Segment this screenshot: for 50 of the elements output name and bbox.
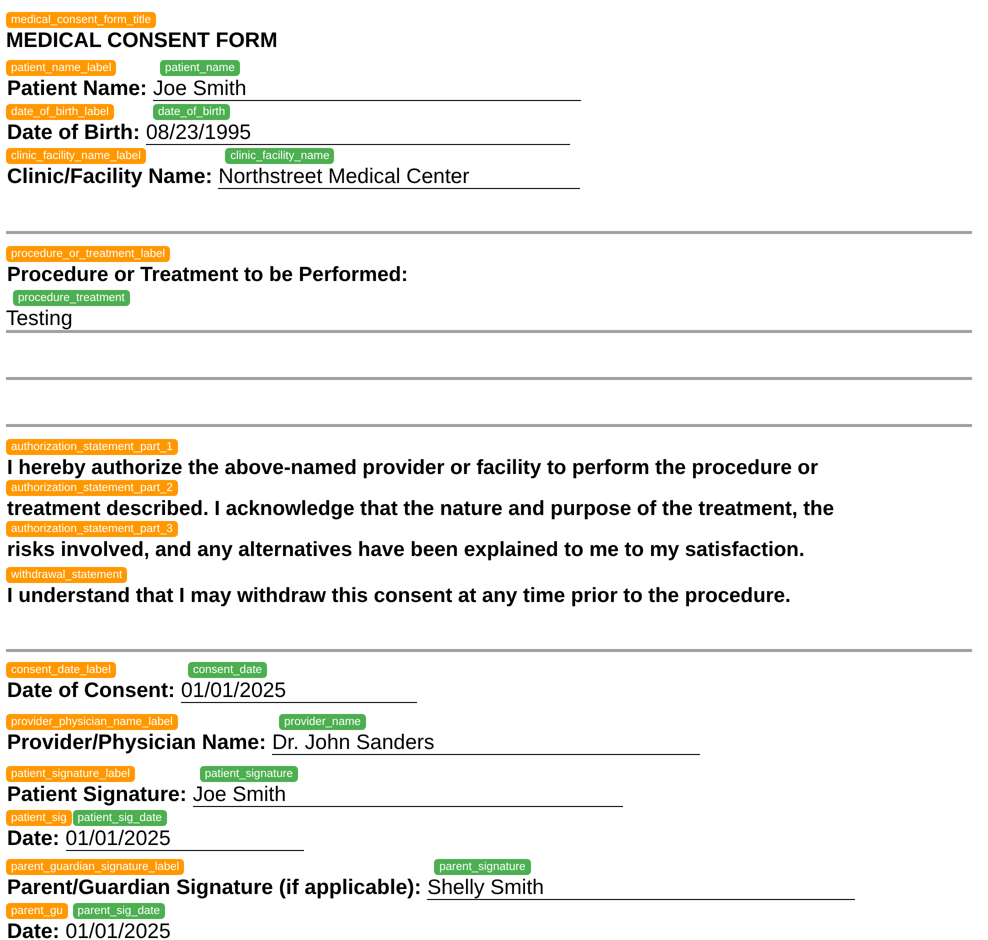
annotation-tag: procedure_treatment xyxy=(13,290,130,306)
field-label: Date of Birth: xyxy=(6,122,140,144)
annotation-tag: parent_guardian_signature_label xyxy=(6,859,184,875)
annotation-tag: parent_signature xyxy=(434,859,531,875)
annotation-tag: provider_physician_name_label xyxy=(6,714,178,730)
annotation-tag: parent_gu xyxy=(6,903,68,919)
form-text: treatment described. I acknowledge that the nature and purpose of the treatment, the xyxy=(6,498,834,520)
field-label: Patient Signature: xyxy=(6,784,187,806)
annotation-tag: patient_signature_label xyxy=(6,766,135,782)
form-text: Procedure or Treatment to be Performed: xyxy=(6,264,408,286)
annotation-tag: patient_name xyxy=(160,60,240,76)
field-label: Date: xyxy=(6,828,60,850)
annotation-tag: consent_date xyxy=(188,662,268,678)
annotation-tag: date_of_birth xyxy=(153,104,230,120)
field-value: 01/01/2025 xyxy=(181,680,417,703)
field-label: Date: xyxy=(6,921,60,940)
field-value: Testing xyxy=(6,308,73,330)
field-label: Parent/Guardian Signature (if applicable): xyxy=(6,877,422,899)
field-value: 01/01/2025 xyxy=(66,828,304,851)
field-label: Patient Name: xyxy=(6,78,148,100)
annotation-tag: withdrawal_statement xyxy=(6,567,128,583)
annotation-tag: provider_name xyxy=(279,714,366,730)
field-value: Joe Smith xyxy=(192,784,623,807)
field-label: Date of Consent: xyxy=(6,680,175,702)
field-value: Northstreet Medical Center xyxy=(218,166,580,189)
annotation-tag: parent_sig_date xyxy=(72,903,165,919)
field-value: 01/01/2025 xyxy=(66,921,304,940)
annotation-tag: consent_date_label xyxy=(6,662,116,678)
annotation-tag: medical_consent_form_title xyxy=(6,12,156,28)
annotation-tag: authorization_statement_part_2 xyxy=(6,480,178,496)
form-text: I hereby authorize the above-named provider or facility to perform the procedure or xyxy=(6,457,818,479)
annotation-tag: clinic_facility_name xyxy=(225,148,334,164)
field-label: Clinic/Facility Name: xyxy=(6,166,212,188)
annotation-tag: patient_sig xyxy=(6,810,72,826)
annotation-tag: patient_signature xyxy=(200,766,298,782)
field-value: Shelly Smith xyxy=(427,877,856,900)
annotation-tag: clinic_facility_name_label xyxy=(6,148,146,164)
field-value: 08/23/1995 xyxy=(146,122,570,145)
annotation-tag: date_of_birth_label xyxy=(6,104,114,120)
annotation-tag: procedure_or_treatment_label xyxy=(6,246,170,262)
form-text: risks involved, and any alternatives have been explained to me to my satisfaction. xyxy=(6,539,805,561)
annotation-tag: patient_name_label xyxy=(6,60,116,76)
form-text: I understand that I may withdraw this consent at any time prior to the procedure. xyxy=(6,585,791,607)
form-title: MEDICAL CONSENT FORM xyxy=(6,30,278,52)
field-value: Joe Smith xyxy=(153,78,582,101)
annotation-tag: authorization_statement_part_3 xyxy=(6,521,178,537)
annotation-tag: patient_sig_date xyxy=(72,810,167,826)
field-label: Provider/Physician Name: xyxy=(6,732,266,754)
field-value: Dr. John Sanders xyxy=(272,732,700,755)
annotation-tag: authorization_statement_part_1 xyxy=(6,439,178,455)
